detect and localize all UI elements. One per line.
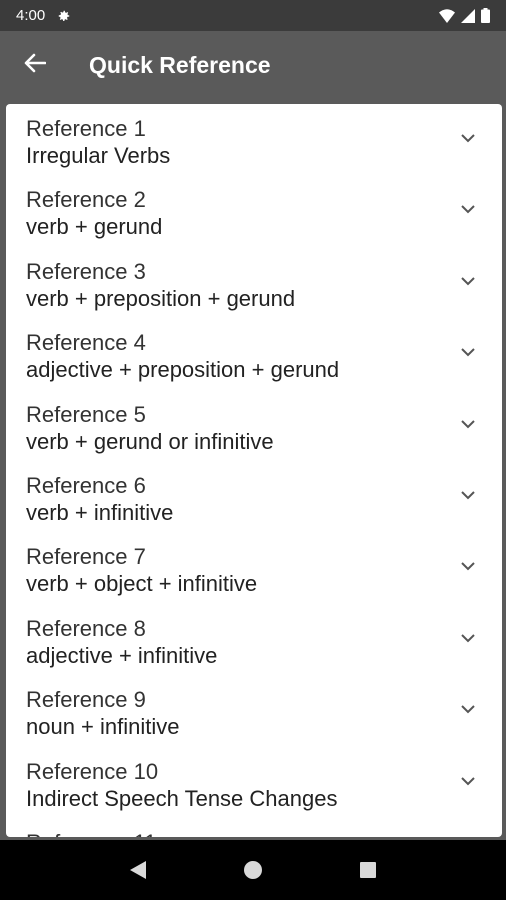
status-time: 4:00	[16, 7, 46, 24]
nav-recents-button[interactable]	[348, 850, 388, 890]
list-item[interactable]: Reference 9 noun + infinitive	[6, 675, 502, 746]
battery-icon	[481, 8, 490, 23]
reference-title: Reference 10	[26, 758, 159, 784]
reference-title: Reference 6	[26, 472, 146, 498]
reference-subtitle: adjective + preposition + gerund	[26, 357, 340, 383]
gear-icon	[57, 9, 71, 23]
reference-title: Reference 1	[26, 116, 146, 141]
reference-title: Reference 7	[26, 544, 146, 570]
reference-subtitle: verb + gerund or infinitive	[26, 428, 274, 454]
list-item[interactable]: Reference 11	[6, 818, 502, 837]
recents-square-icon	[360, 862, 377, 878]
back-triangle-icon	[129, 861, 146, 879]
reference-subtitle: verb + infinitive	[26, 499, 174, 525]
chevron-down-icon[interactable]	[460, 561, 476, 571]
back-button[interactable]	[0, 31, 70, 100]
nav-home-button[interactable]	[233, 850, 273, 890]
app-bar: Quick Reference	[0, 31, 506, 100]
list-item[interactable]: Reference 6 verb + infinitive	[6, 461, 502, 532]
home-circle-icon	[243, 861, 262, 879]
list-item[interactable]: Reference 1 Irregular Verbs	[6, 104, 502, 175]
reference-subtitle: Indirect Speech Tense Changes	[26, 785, 338, 811]
list-item[interactable]: Reference 2 verb + gerund	[6, 175, 502, 246]
nav-back-button[interactable]	[118, 850, 158, 890]
page-title: Quick Reference	[89, 52, 271, 78]
chevron-down-icon[interactable]	[460, 347, 476, 357]
reference-title: Reference 2	[26, 187, 146, 213]
reference-title: Reference 8	[26, 615, 146, 641]
reference-subtitle: verb + object + infinitive	[26, 571, 258, 597]
reference-list: Reference 1 Irregular Verbs Reference 2 …	[6, 104, 502, 837]
reference-title: Reference 9	[26, 687, 146, 713]
reference-title: Reference 3	[26, 258, 146, 284]
reference-subtitle: noun + infinitive	[26, 714, 180, 740]
list-item[interactable]: Reference 3 verb + preposition + gerund	[6, 247, 502, 318]
chevron-down-icon[interactable]	[460, 704, 476, 714]
chevron-down-icon[interactable]	[460, 276, 476, 286]
chevron-down-icon[interactable]	[460, 419, 476, 429]
arrow-left-icon	[24, 53, 47, 78]
list-item[interactable]: Reference 7 verb + object + infinitive	[6, 532, 502, 603]
chevron-down-icon[interactable]	[460, 776, 476, 786]
wifi-icon	[439, 8, 455, 23]
chevron-down-icon[interactable]	[460, 633, 476, 643]
list-item[interactable]: Reference 4 adjective + preposition + ge…	[6, 318, 502, 389]
reference-title: Reference 5	[26, 401, 146, 427]
reference-title: Reference 4	[26, 330, 146, 356]
reference-subtitle: verb + gerund	[26, 214, 163, 240]
reference-subtitle: verb + preposition + gerund	[26, 285, 296, 311]
chevron-down-icon[interactable]	[460, 204, 476, 214]
system-nav-bar	[0, 840, 506, 900]
list-item[interactable]: Reference 8 adjective + infinitive	[6, 604, 502, 675]
chevron-down-icon[interactable]	[460, 133, 476, 143]
reference-title: Reference 11	[26, 829, 502, 837]
list-item[interactable]: Reference 10 Indirect Speech Tense Chang…	[6, 747, 502, 818]
signal-icon	[461, 8, 475, 23]
reference-subtitle: Irregular Verbs	[26, 143, 171, 168]
list-item[interactable]: Reference 5 verb + gerund or infinitive	[6, 390, 502, 461]
chevron-down-icon[interactable]	[460, 490, 476, 500]
reference-subtitle: adjective + infinitive	[26, 642, 218, 668]
status-bar: 4:00	[0, 0, 506, 31]
